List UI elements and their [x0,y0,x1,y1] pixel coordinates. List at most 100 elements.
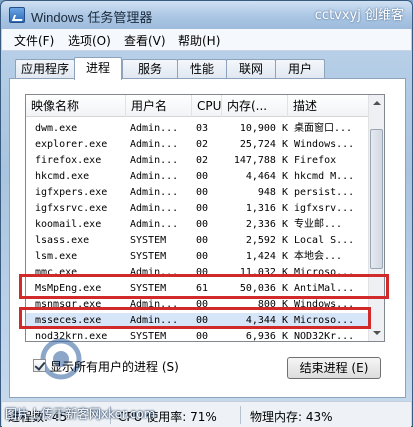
process-cpu-cell: 00 [196,203,209,214]
process-description-cell: Windows... [294,139,355,150]
process-user-cell: Admin... [130,219,179,230]
table-row[interactable]: mmc.exe Admin... 00 11,032 K Microso... [26,265,370,281]
process-user-cell: Admin... [130,315,179,326]
tab-networking[interactable]: 联网 [226,59,276,79]
process-description-cell: Local S... [294,235,355,246]
process-name-cell: firefox.exe [35,155,102,166]
process-memory-cell: 1,424 K [245,251,288,262]
title-bar[interactable]: Windows 任务管理器 cctvxyj 创维客 [1,1,412,29]
process-cpu-cell: 00 [196,235,209,246]
scroll-thumb[interactable] [370,129,383,269]
menu-view[interactable]: 查看(V) [124,32,166,49]
process-cpu-cell: 00 [196,299,209,310]
column-cpu[interactable]: CPU [192,95,222,117]
column-description[interactable]: 描述 [288,95,370,117]
column-header-row: 映像名称 用户名 CPU 内存(... 描述 [26,95,370,117]
table-row[interactable]: msnmsgr.exe Admin... 00 800 K Windows... [26,297,370,313]
process-cpu-cell: 61 [196,283,209,294]
process-cpu-cell: 02 [196,155,209,166]
process-memory-cell: 800 K [257,299,288,310]
process-name-cell: mmc.exe [35,267,78,278]
process-memory-cell: 10,900 K [239,123,288,134]
process-description-cell: persist... [294,187,355,198]
table-row[interactable]: igfxpers.exe Admin... 00 948 K persist... [26,185,370,201]
menu-help[interactable]: 帮助(H) [178,32,220,49]
menu-options[interactable]: 选项(O) [68,32,111,49]
table-row[interactable]: explorer.exe Admin... 02 25,724 K Windows... [26,137,370,153]
status-separator [240,406,241,424]
process-user-cell: SYSTEM [130,235,167,246]
process-name-cell: igfxsrvc.exe [35,203,108,214]
watermark-bottom: 图片上传于新客网xker.com [5,407,156,421]
process-description-cell: AntiMal... [294,283,355,294]
process-memory-cell: 1,316 K [245,203,288,214]
status-physical-memory: 物理内存: 43% [250,410,333,424]
process-name-cell: lsm.exe [35,251,78,262]
process-memory-cell: 4,464 K [245,171,288,182]
table-row[interactable]: koomail.exe Admin... 00 2,336 K 专业邮... [26,217,370,233]
process-name-cell: msseces.exe [35,315,102,326]
process-cpu-cell: 00 [196,267,209,278]
table-row[interactable]: hkcmd.exe Admin... 00 4,464 K hkcmd M... [26,169,370,185]
process-description-cell: Firefox [294,155,337,166]
table-row[interactable]: lsm.exe SYSTEM 00 1,424 K 本地会... [26,249,370,265]
scroll-up-arrow-icon[interactable] [369,95,384,111]
tab-services[interactable]: 服务 [122,59,178,79]
process-user-cell: Admin... [130,267,179,278]
process-description-cell: NOD32Kr... [294,331,355,342]
process-name-cell: hkcmd.exe [35,171,90,182]
process-name-cell: explorer.exe [35,139,108,150]
vertical-scrollbar[interactable] [368,95,384,341]
process-memory-cell: 2,592 K [245,235,288,246]
process-cpu-cell: 00 [196,331,209,342]
column-user-name[interactable]: 用户名 [126,95,192,117]
end-process-button[interactable]: 结束进程 (E) [287,357,381,379]
process-user-cell: Admin... [130,139,179,150]
process-description-cell: igfxsrv... [294,203,355,214]
process-cpu-cell: 02 [196,139,209,150]
tab-applications[interactable]: 应用程序 [15,59,75,79]
column-memory[interactable]: 内存(... [222,95,288,117]
table-row[interactable]: dwm.exe Admin... 03 10,900 K 桌面窗口... [26,121,370,137]
show-all-users-checkbox[interactable] [33,359,46,372]
tab-strip: 应用程序 进程 服务 性能 联网 用户 [15,57,405,80]
tab-users[interactable]: 用户 [275,59,325,79]
process-user-cell: SYSTEM [130,283,167,294]
show-all-users-label: 显示所有用户的进程 (S) [50,360,179,374]
process-user-cell: Admin... [130,155,179,166]
scroll-down-arrow-icon[interactable] [369,325,384,341]
process-name-cell: MsMpEng.exe [35,283,102,294]
process-cpu-cell: 00 [196,187,209,198]
process-description-cell: 本地会... [294,251,343,262]
tab-performance[interactable]: 性能 [177,59,227,79]
process-description-cell: hkcmd M... [294,171,355,182]
table-row[interactable]: MsMpEng.exe SYSTEM 61 50,036 K AntiMal... [26,281,370,297]
column-image-name[interactable]: 映像名称 [26,95,126,117]
process-memory-cell: 50,036 K [239,283,288,294]
menu-file[interactable]: 文件(F) [14,32,54,49]
process-name-cell: igfxpers.exe [35,187,108,198]
process-description-cell: 桌面窗口... [294,123,353,134]
process-name-cell: koomail.exe [35,219,102,230]
task-manager-icon [9,7,25,23]
process-list[interactable]: 映像名称 用户名 CPU 内存(... 描述 dwm.exe Admin... 03… [25,94,385,342]
process-cpu-cell: 00 [196,315,209,326]
process-cpu-cell: 00 [196,171,209,182]
process-cpu-cell: 00 [196,251,209,262]
table-row[interactable]: lsass.exe SYSTEM 00 2,592 K Local S... [26,233,370,249]
watermark-top: cctvxyj 创维客 [314,8,404,23]
table-row[interactable]: firefox.exe Admin... 02 147,788 K Firefox [26,153,370,169]
task-manager-window: Windows 任务管理器 cctvxyj 创维客 文件(F) 选项(O) 查看… [0,0,413,427]
process-user-cell: Admin... [130,123,179,134]
table-row[interactable]: msseces.exe Admin... 00 4,344 K Microso... [26,313,370,329]
menu-bar: 文件(F) 选项(O) 查看(V) 帮助(H) [2,29,411,51]
process-memory-cell: 948 K [257,187,288,198]
process-user-cell: Admin... [130,203,179,214]
window-title: Windows 任务管理器 [31,10,153,25]
process-description-cell: Windows... [294,299,355,310]
tab-processes[interactable]: 进程 [74,57,122,80]
process-memory-cell: 4,344 K [245,315,288,326]
process-description-cell: 专业邮... [294,219,343,230]
table-row[interactable]: igfxsrvc.exe Admin... 00 1,316 K igfxsrv... [26,201,370,217]
process-cpu-cell: 00 [196,219,209,230]
